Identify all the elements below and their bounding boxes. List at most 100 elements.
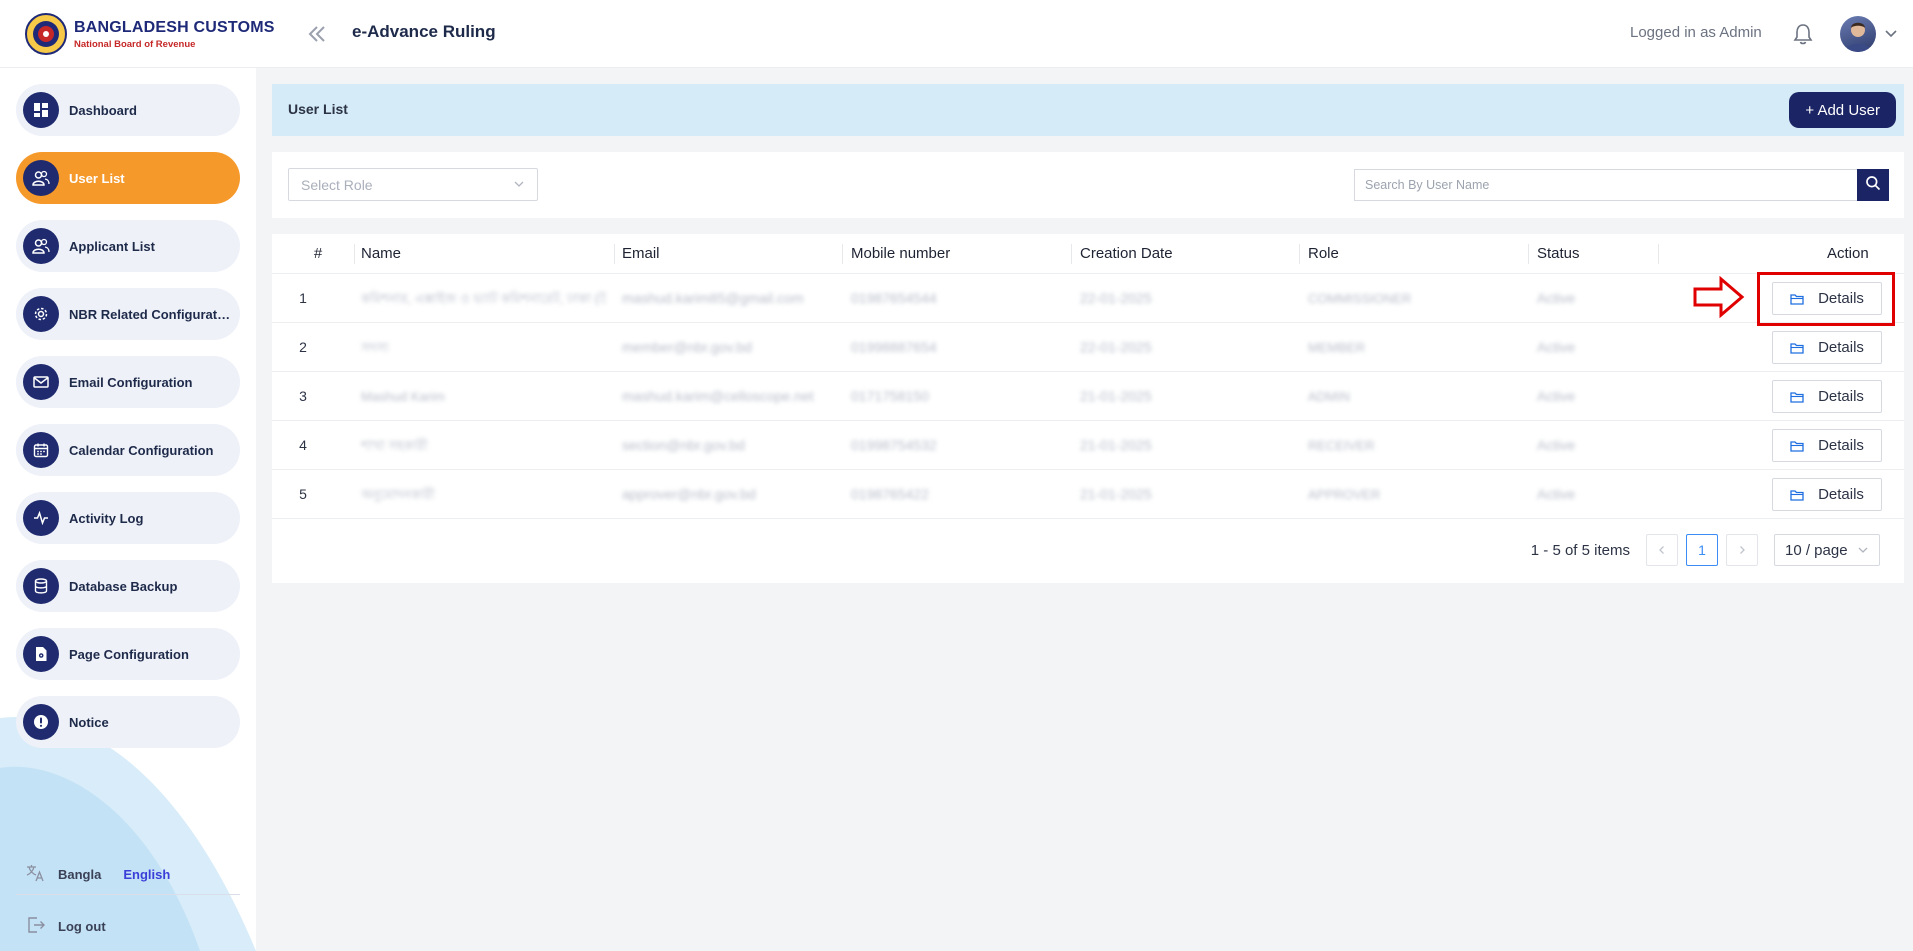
sidebar-item-label: Calendar Configuration	[69, 442, 214, 458]
user-role: ADMIN	[1308, 389, 1350, 404]
sidebar-item-applicant-list[interactable]: Applicant List	[16, 220, 240, 272]
user-name: শাখা সহকারী	[361, 438, 428, 453]
prev-page-button[interactable]	[1646, 534, 1678, 566]
user-email: approver@nbr.gov.bd	[622, 486, 756, 502]
page-size-value: 10 / page	[1785, 541, 1848, 559]
next-page-button[interactable]	[1726, 534, 1758, 566]
lang-english-option[interactable]: English	[123, 867, 170, 882]
top-header: BANGLADESH CUSTOMS National Board of Rev…	[0, 0, 1913, 68]
search-input[interactable]	[1354, 169, 1857, 201]
column-header-mobile: Mobile number	[851, 245, 951, 262]
column-header-number: #	[313, 245, 323, 262]
gear-icon	[23, 296, 59, 332]
logout-label: Log out	[58, 919, 106, 934]
page-number-button[interactable]: 1	[1686, 534, 1718, 566]
user-email: mashud.karim85@gmail.com	[622, 290, 804, 306]
sidebar-item-notice[interactable]: Notice	[16, 696, 240, 748]
sidebar-item-label: User List	[69, 170, 125, 186]
logout-button[interactable]: Log out	[26, 916, 106, 937]
sidebar-item-label: Dashboard	[69, 102, 137, 118]
column-header-action: Action	[1827, 245, 1869, 262]
sidebar: Dashboard User List Applicant List NBR R…	[0, 68, 256, 951]
pagination-summary: 1 - 5 of 5 items	[1530, 541, 1630, 559]
sidebar-item-calendar-config[interactable]: Calendar Configuration	[16, 424, 240, 476]
sidebar-item-nbr-config[interactable]: NBR Related Configurati...	[16, 288, 240, 340]
add-user-button[interactable]: + Add User	[1789, 92, 1896, 128]
logged-in-text: Logged in as Admin	[1630, 24, 1762, 41]
page-size-select[interactable]: 10 / page	[1774, 534, 1880, 566]
folder-icon	[1790, 293, 1804, 305]
details-button-label: Details	[1818, 437, 1864, 454]
details-button-label: Details	[1818, 339, 1864, 356]
details-button[interactable]: Details	[1772, 478, 1882, 511]
user-role: MEMBER	[1308, 340, 1366, 355]
sidebar-item-dashboard[interactable]: Dashboard	[16, 84, 240, 136]
sidebar-item-database-backup[interactable]: Database Backup	[16, 560, 240, 612]
column-header-name: Name	[361, 245, 402, 262]
chevron-down-icon[interactable]	[1884, 26, 1898, 40]
bell-icon[interactable]	[1792, 22, 1814, 46]
role-select[interactable]: Select Role	[288, 168, 538, 201]
sidebar-item-email-config[interactable]: Email Configuration	[16, 356, 240, 408]
chevron-right-icon	[1740, 546, 1745, 554]
lang-bangla-option[interactable]: Bangla	[58, 867, 101, 882]
users-icon	[23, 160, 59, 196]
row-number: 2	[299, 339, 307, 355]
page-header: User List + Add User	[272, 84, 1904, 136]
details-button-label: Details	[1818, 388, 1864, 405]
user-email: member@nbr.gov.bd	[622, 339, 752, 355]
search-button[interactable]	[1857, 169, 1889, 201]
table-row: 1 কমিশনার, এক্সাইজ ও ভ্যাট কমিশনারেট, ঢা…	[272, 274, 1904, 323]
chevron-down-icon	[1858, 547, 1868, 553]
calendar-icon	[23, 432, 59, 468]
user-status: Active	[1537, 339, 1576, 355]
folder-icon	[1790, 391, 1804, 403]
sidebar-item-label: Database Backup	[69, 578, 178, 594]
details-button-label: Details	[1818, 290, 1864, 307]
column-divider	[842, 244, 843, 264]
brand-subtitle: National Board of Revenue	[74, 38, 196, 50]
details-button-label: Details	[1818, 486, 1864, 503]
sidebar-item-user-list[interactable]: User List	[16, 152, 240, 204]
user-status: Active	[1537, 437, 1576, 453]
folder-icon	[1790, 440, 1804, 452]
filter-bar: Select Role	[272, 152, 1904, 218]
role-select-placeholder: Select Role	[301, 176, 373, 193]
folder-icon	[1790, 489, 1804, 501]
column-divider	[1528, 244, 1529, 264]
details-button[interactable]: Details	[1772, 282, 1882, 315]
avatar[interactable]	[1840, 16, 1876, 52]
row-number: 4	[299, 437, 307, 453]
page-title: User List	[288, 101, 348, 117]
brand-logo[interactable]: BANGLADESH CUSTOMS National Board of Rev…	[24, 12, 275, 56]
column-divider	[1658, 244, 1659, 264]
creation-date: 21-01-2025	[1080, 388, 1152, 404]
users-icon	[23, 228, 59, 264]
column-header-email: Email	[622, 245, 660, 262]
creation-date: 21-01-2025	[1080, 486, 1152, 502]
details-button[interactable]: Details	[1772, 331, 1882, 364]
user-mobile: 01998887654	[851, 339, 937, 355]
sidebar-item-label: NBR Related Configurati...	[69, 306, 231, 322]
user-role: RECEIVER	[1308, 438, 1375, 453]
column-header-role: Role	[1308, 245, 1339, 262]
details-button[interactable]: Details	[1772, 380, 1882, 413]
column-divider	[614, 244, 615, 264]
row-number: 1	[299, 290, 307, 306]
sidebar-item-activity-log[interactable]: Activity Log	[16, 492, 240, 544]
sidebar-item-page-config[interactable]: Page Configuration	[16, 628, 240, 680]
column-divider	[1299, 244, 1300, 264]
collapse-sidebar-icon[interactable]	[305, 20, 329, 48]
dashboard-icon	[23, 92, 59, 128]
user-role: COMMISSIONER	[1308, 291, 1412, 306]
table-row: 3 Mashud Karim mashud.karim@celloscope.n…	[272, 372, 1904, 421]
user-name: সদস্য	[361, 340, 389, 355]
row-number: 5	[299, 486, 307, 502]
user-name: অনুমোদনকারী	[361, 487, 435, 502]
user-name: Mashud Karim	[361, 389, 445, 404]
column-divider	[1071, 244, 1072, 264]
brand-title: BANGLADESH CUSTOMS	[74, 18, 275, 36]
database-icon	[23, 568, 59, 604]
details-button[interactable]: Details	[1772, 429, 1882, 462]
activity-icon	[23, 500, 59, 536]
